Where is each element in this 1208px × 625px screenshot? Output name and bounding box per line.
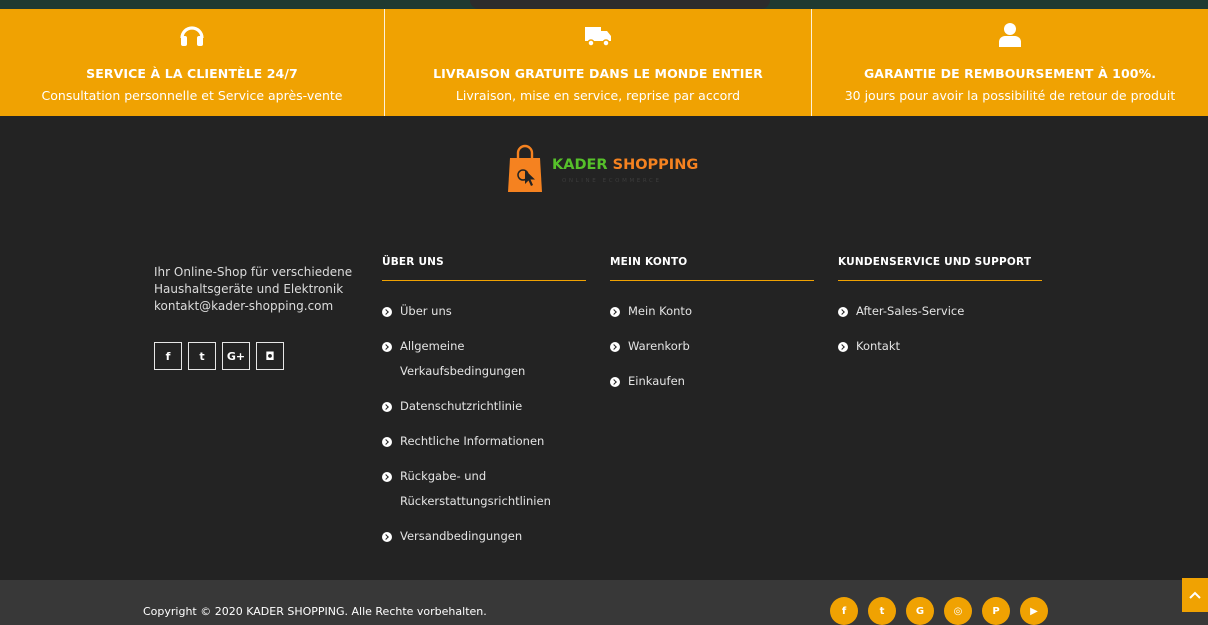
chevron-right-icon [382, 524, 400, 542]
twitter-icon[interactable]: t [188, 342, 216, 370]
about-line: Haushaltsgeräte und Elektronik [154, 282, 344, 296]
feature-money-back: GARANTIE DE REMBOURSEMENT À 100%. 30 jou… [811, 9, 1208, 116]
twitter-icon[interactable]: t [868, 597, 896, 625]
chevron-right-icon [382, 394, 400, 412]
footer-link-terms[interactable]: Allgemeine Verkaufsbedingungen [382, 334, 586, 384]
feature-title: SERVICE À LA CLIENTÈLE 24/7 [86, 66, 298, 81]
footer-link-cart[interactable]: Warenkorb [610, 334, 814, 359]
link-list: After-Sales-Service Kontakt [838, 299, 1042, 359]
google-icon[interactable]: G [906, 597, 934, 625]
feature-subtitle: Consultation personnelle et Service aprè… [41, 88, 343, 103]
instagram-icon[interactable]: ◘ [256, 342, 284, 370]
logo-tagline: ONLINE ECOMMERCE [562, 178, 662, 184]
facebook-icon[interactable]: f [154, 342, 182, 370]
shopping-bag-icon [508, 144, 542, 192]
user-icon [812, 21, 1208, 49]
facebook-icon[interactable]: f [830, 597, 858, 625]
pinterest-icon[interactable]: P [982, 597, 1010, 625]
footer-link-shipping[interactable]: Versandbedingungen [382, 524, 586, 549]
feature-bar: SERVICE À LA CLIENTÈLE 24/7 Consultation… [0, 9, 1208, 116]
truck-icon [385, 21, 811, 49]
column-heading: KUNDENSERVICE UND SUPPORT [838, 256, 1042, 281]
feature-customer-service: SERVICE À LA CLIENTÈLE 24/7 Consultation… [0, 9, 384, 116]
column-heading: MEIN KONTO [610, 256, 814, 281]
chevron-right-icon [382, 429, 400, 447]
bottom-social-links: f t G ◎ P ▶ [830, 597, 1048, 625]
footer-link-contact[interactable]: Kontakt [838, 334, 1042, 359]
chevron-right-icon [838, 299, 856, 317]
feature-subtitle: Livraison, mise en service, reprise par … [455, 88, 741, 103]
feature-free-shipping: LIVRAISON GRATUITE DANS LE MONDE ENTIER … [384, 9, 811, 116]
link-list: Über uns Allgemeine Verkaufsbedingungen … [382, 299, 586, 549]
footer-link-legal[interactable]: Rechtliche Informationen [382, 429, 586, 454]
contact-email[interactable]: kontakt@kader-shopping.com [154, 298, 364, 315]
link-list: Mein Konto Warenkorb Einkaufen [610, 299, 814, 394]
footer-link-about-us[interactable]: Über uns [382, 299, 586, 324]
hero-image-strip [0, 0, 1208, 9]
footer-link-privacy[interactable]: Datenschutzrichtlinie [382, 394, 586, 419]
chevron-right-icon [610, 369, 628, 387]
copyright-text: Copyright © 2020 KADER SHOPPING. Alle Re… [143, 605, 487, 618]
chevron-right-icon [382, 464, 400, 482]
about-line: Ihr Online-Shop für verschiedene [154, 265, 353, 279]
about-text: Ihr Online-Shop für verschiedene Haushal… [154, 264, 364, 315]
chevron-right-icon [382, 334, 400, 352]
footer-column-support: KUNDENSERVICE UND SUPPORT After-Sales-Se… [838, 256, 1042, 369]
chevron-right-icon [838, 334, 856, 352]
bottom-bar: Copyright © 2020 KADER SHOPPING. Alle Re… [0, 580, 1208, 625]
feature-subtitle: 30 jours pour avoir la possibilité de re… [844, 88, 1176, 103]
headset-icon [0, 21, 384, 49]
logo-brand-green: KADER [552, 157, 608, 173]
feature-title: GARANTIE DE REMBOURSEMENT À 100%. [863, 66, 1157, 81]
chevron-up-icon [1189, 591, 1201, 599]
footer-link-shop[interactable]: Einkaufen [610, 369, 814, 394]
footer-link-after-sales[interactable]: After-Sales-Service [838, 299, 1042, 324]
footer-link-my-account[interactable]: Mein Konto [610, 299, 814, 324]
google-plus-icon[interactable]: G+ [222, 342, 250, 370]
youtube-icon[interactable]: ▶ [1020, 597, 1048, 625]
footer-column-account: MEIN KONTO Mein Konto Warenkorb Einkaufe… [610, 256, 814, 404]
footer-column-about-us: ÜBER UNS Über uns Allgemeine Verkaufsbed… [382, 256, 586, 559]
chevron-right-icon [610, 299, 628, 317]
column-heading: ÜBER UNS [382, 256, 586, 281]
social-links: f t G+ ◘ [154, 342, 284, 370]
feature-title: LIVRAISON GRATUITE DANS LE MONDE ENTIER [433, 66, 763, 81]
logo-brand-orange: SHOPPING [612, 157, 699, 173]
chevron-right-icon [382, 299, 400, 317]
back-to-top-button[interactable] [1182, 578, 1208, 612]
chevron-right-icon [610, 334, 628, 352]
instagram-icon[interactable]: ◎ [944, 597, 972, 625]
footer-link-returns[interactable]: Rückgabe- und Rückerstattungsrichtlinien [382, 464, 552, 514]
site-logo[interactable]: KADER SHOPPING ONLINE ECOMMERCE [506, 144, 699, 194]
